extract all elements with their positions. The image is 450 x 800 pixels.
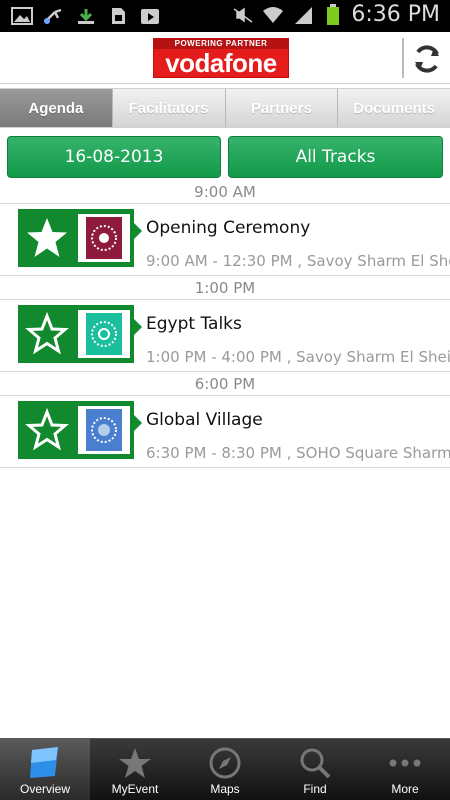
tab-facilitators[interactable]: Facilitators: [112, 89, 226, 127]
vodafone-logo: POWERING PARTNER vodafone: [153, 38, 289, 78]
list-item[interactable]: Egypt Talks 1:00 PM - 4:00 PM , Savoy Sh…: [0, 300, 450, 372]
list-item[interactable]: Global Village 6:30 PM - 8:30 PM , SOHO …: [0, 396, 450, 468]
gallery-icon: [10, 5, 34, 27]
nav-find[interactable]: Find: [270, 739, 360, 800]
wifi-icon: [261, 4, 285, 26]
tab-agenda[interactable]: Agenda: [0, 89, 113, 127]
refresh-icon[interactable]: [410, 42, 444, 76]
time-header: 1:00 PM: [0, 276, 450, 300]
event-logo: [78, 310, 130, 358]
search-icon: [295, 745, 335, 781]
star-outline-icon[interactable]: [21, 308, 73, 360]
header-divider: [402, 38, 404, 78]
event-info: 6:30 PM - 8:30 PM , SOHO Square Sharm: [146, 444, 450, 462]
usb-icon: [42, 5, 66, 27]
time-header: 6:00 PM: [0, 372, 450, 396]
event-title: Egypt Talks: [146, 314, 242, 334]
event-title: Global Village: [146, 410, 263, 430]
tracks-filter-button[interactable]: All Tracks: [228, 136, 443, 178]
event-badge: [18, 209, 142, 267]
event-info: 1:00 PM - 4:00 PM , Savoy Sharm El Sheik…: [146, 348, 450, 366]
bottom-nav: Overview MyEvent Maps Find More: [0, 738, 450, 800]
status-bar: 6:36 PM: [0, 0, 450, 32]
battery-icon: [321, 3, 345, 26]
event-title: Opening Ceremony: [146, 218, 311, 238]
date-filter-button[interactable]: 16-08-2013: [7, 136, 221, 178]
clock: 6:36 PM: [351, 2, 440, 27]
star-outline-icon[interactable]: [21, 404, 73, 456]
app-header: POWERING PARTNER vodafone: [0, 32, 450, 84]
compass-icon: [205, 745, 245, 781]
event-badge: [18, 305, 142, 363]
play-store-icon: [138, 5, 162, 27]
sim-icon: [106, 5, 130, 27]
nav-label: More: [391, 782, 419, 796]
section-tabs: Agenda Facilitators Partners Documents: [0, 88, 450, 128]
nav-label: MyEvent: [111, 782, 159, 796]
mute-icon: [231, 4, 255, 26]
more-icon: [385, 745, 425, 781]
nav-overview[interactable]: Overview: [0, 739, 90, 800]
logo-brand: vodafone: [165, 48, 277, 78]
time-header: 9:00 AM: [0, 180, 450, 204]
nav-label: Overview: [19, 782, 70, 796]
download-icon: [74, 5, 98, 27]
filter-bar: 16-08-2013 All Tracks: [0, 134, 450, 180]
nav-myevent[interactable]: MyEvent: [90, 739, 180, 800]
event-logo: [78, 406, 130, 454]
tab-documents[interactable]: Documents: [338, 89, 450, 127]
event-info: 9:00 AM - 12:30 PM , Savoy Sharm El Shei…: [146, 252, 450, 270]
star-icon: [115, 745, 155, 781]
nav-label: Find: [303, 782, 327, 796]
star-filled-icon[interactable]: [21, 212, 73, 264]
tab-partners[interactable]: Partners: [225, 89, 339, 127]
event-logo: [78, 214, 130, 262]
overview-icon: [25, 745, 65, 781]
list-item[interactable]: Opening Ceremony 9:00 AM - 12:30 PM , Sa…: [0, 204, 450, 276]
signal-icon: [291, 4, 315, 26]
event-badge: [18, 401, 142, 459]
nav-more[interactable]: More: [360, 739, 450, 800]
nav-label: Maps: [210, 782, 240, 796]
nav-maps[interactable]: Maps: [180, 739, 270, 800]
